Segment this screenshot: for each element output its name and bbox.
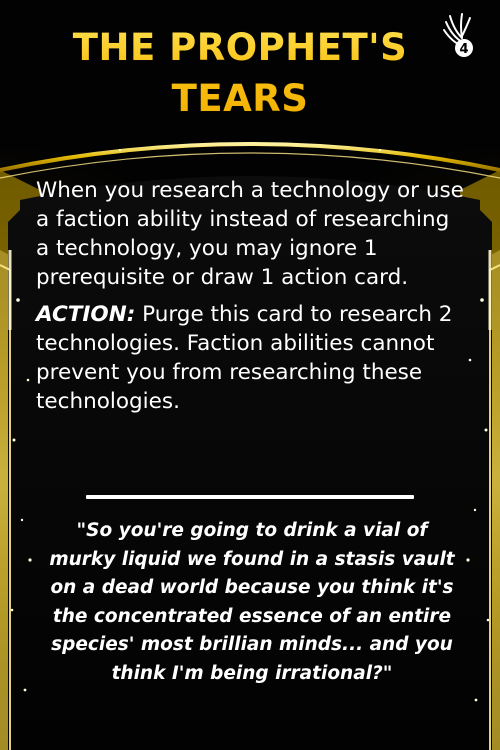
ability-text-block: When you research a technology or use a … [36,176,468,424]
flavor-text: "So you're going to drink a vial of murk… [49,520,455,684]
faction-badge: 4 [440,8,484,70]
badge-number: 4 [459,42,468,57]
relic-card: THE PROPHET'S TEARS 4 When you research … [0,0,500,750]
card-title: THE PROPHET'S TEARS [40,22,440,124]
winged-faction-emblem-icon: 4 [443,13,473,57]
flavor-divider [86,495,414,499]
card-title-line-1: THE PROPHET'S [72,26,408,69]
action-label: ACTION: [36,302,136,327]
ability-paragraph: When you research a technology or use a … [36,178,464,290]
card-title-line-2: TEARS [171,77,309,120]
action-paragraph: ACTION: Purge this card to research 2 te… [36,300,468,416]
